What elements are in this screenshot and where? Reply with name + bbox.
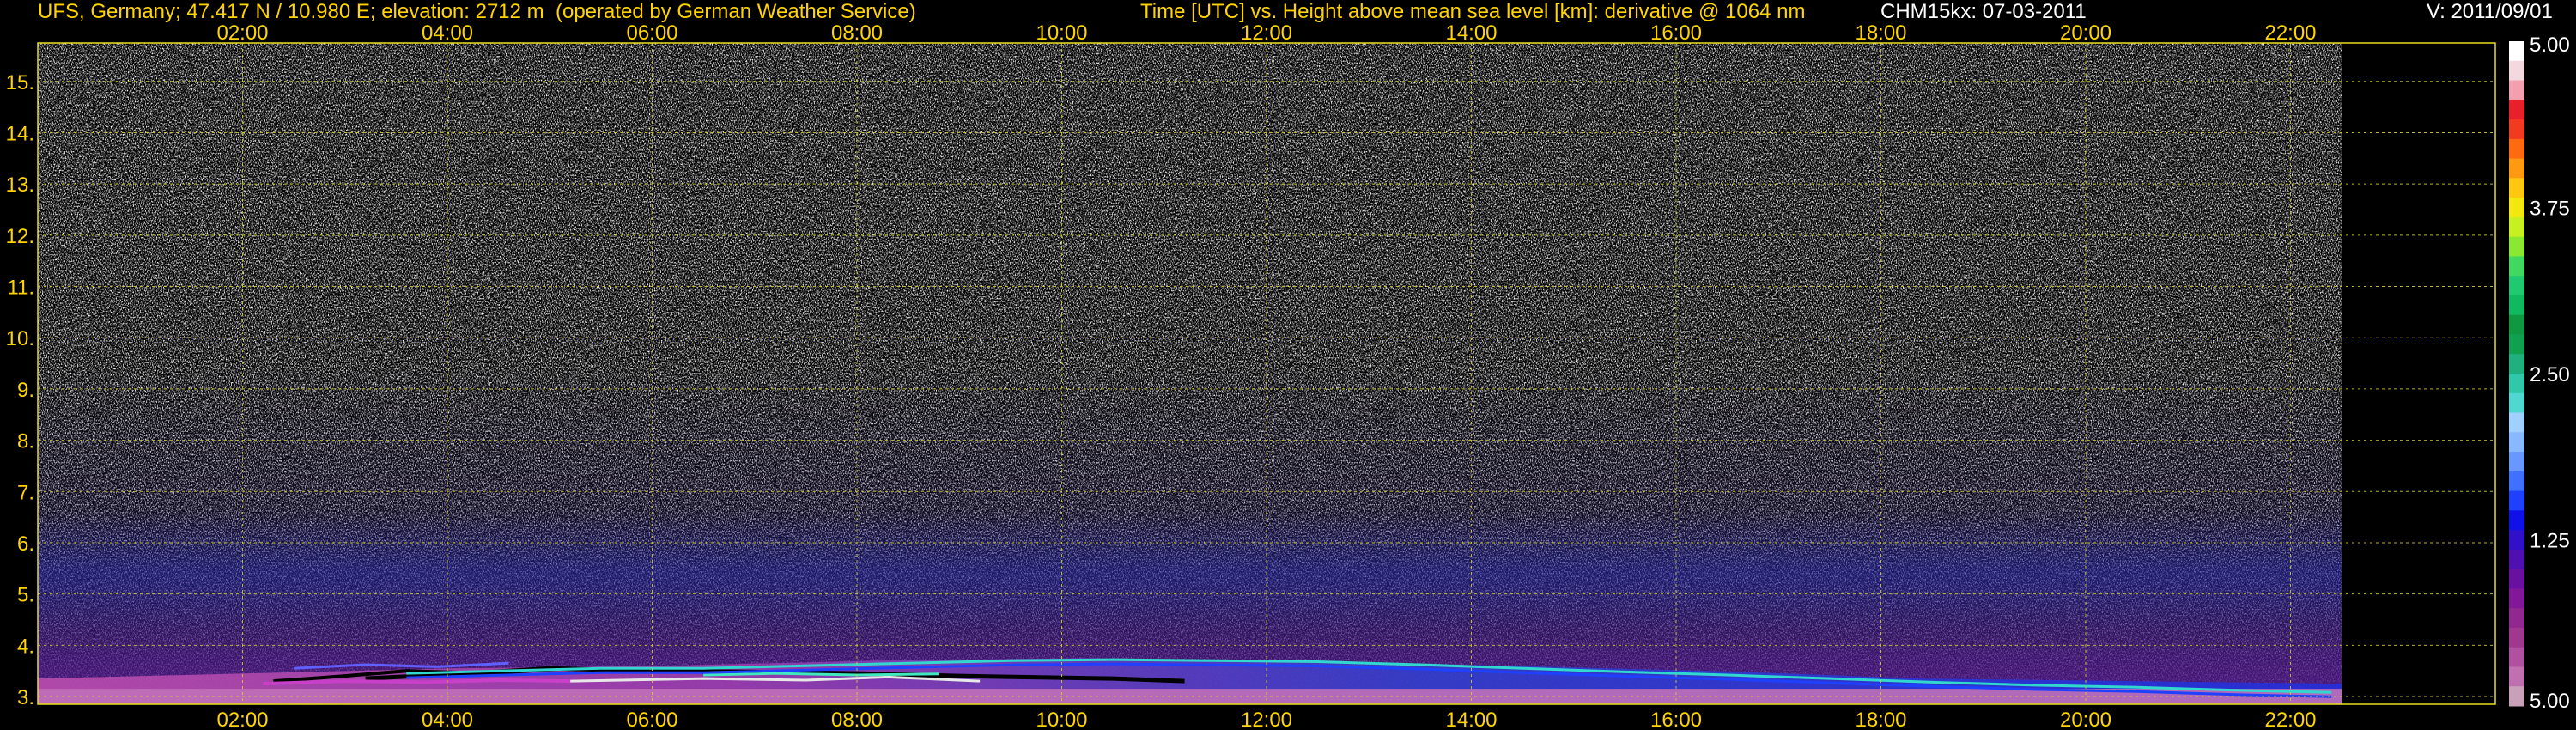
colorbar-tick-label: 5.00 xyxy=(2530,33,2570,57)
colorbar-swatch xyxy=(2509,198,2524,218)
x-tick-label-top: 06:00 xyxy=(626,21,677,45)
x-tick-label-bottom: 20:00 xyxy=(2060,709,2111,730)
colorbar-swatch xyxy=(2509,158,2524,179)
chart-title: Time [UTC] vs. Height above mean sea lev… xyxy=(1140,0,1806,23)
x-tick-label-bottom: 22:00 xyxy=(2264,709,2316,730)
x-axis-bottom: 02:00 04:00 06:00 08:00 10:00 12:00 14:00 16:00… xyxy=(216,709,2316,730)
x-tick-label-bottom: 08:00 xyxy=(831,709,883,730)
x-tick-label-top: 18:00 xyxy=(1855,21,1906,45)
colorbar-swatch xyxy=(2509,119,2524,140)
colorbar-swatch xyxy=(2509,100,2524,120)
version-label: V: 2011/09/01 xyxy=(2427,0,2553,23)
x-tick-label-bottom: 16:00 xyxy=(1650,709,1702,730)
station-info: UFS, Germany; 47.417 N / 10.980 E; eleva… xyxy=(38,0,916,23)
colorbar-swatch xyxy=(2509,178,2524,198)
y-tick-label: 6. xyxy=(17,532,34,556)
ground-strip xyxy=(38,689,2342,704)
colorbar-swatch xyxy=(2509,569,2524,589)
x-tick-label-top: 04:00 xyxy=(422,21,473,45)
x-tick-label-top: 12:00 xyxy=(1241,21,1292,45)
colorbar-swatch xyxy=(2509,686,2524,707)
colorbar-swatch xyxy=(2509,80,2524,100)
x-tick-label-bottom: 18:00 xyxy=(1855,709,1906,730)
x-tick-label-bottom: 06:00 xyxy=(626,709,677,730)
y-tick-label: 8. xyxy=(17,430,34,453)
y-tick-label: 13. xyxy=(6,173,34,197)
x-tick-label-top: 08:00 xyxy=(831,21,883,45)
colorbar-tick-label: 3.75 xyxy=(2530,198,2570,221)
x-tick-label-top: 14:00 xyxy=(1445,21,1497,45)
colorbar-swatch xyxy=(2509,256,2524,277)
colorbar-swatch xyxy=(2509,588,2524,609)
y-tick-label: 9. xyxy=(17,379,34,402)
y-tick-label: 14. xyxy=(6,122,34,145)
y-tick-label: 11. xyxy=(7,277,34,300)
blue-band xyxy=(38,512,2342,636)
x-tick-label-bottom: 02:00 xyxy=(216,709,268,730)
colorbar-swatch xyxy=(2509,666,2524,687)
colorbar-swatch xyxy=(2509,608,2524,629)
y-tick-label: 7. xyxy=(17,481,34,504)
y-tick-label: 4. xyxy=(17,635,34,658)
lidar-chart: 02:00 04:00 06:00 08:00 10:00 12:00 14:00 16:00… xyxy=(6,21,2570,730)
x-tick-label-top: 20:00 xyxy=(2060,21,2111,45)
colorbar-swatch xyxy=(2509,471,2524,492)
colorbar-swatch xyxy=(2509,647,2524,667)
colorbar-swatch xyxy=(2509,138,2524,160)
colorbar-swatch xyxy=(2509,452,2524,472)
colorbar-swatch xyxy=(2509,276,2524,296)
colorbar-swatch xyxy=(2509,236,2524,257)
colorbar-swatch xyxy=(2509,490,2524,511)
x-tick-label-bottom: 10:00 xyxy=(1036,709,1087,730)
colorbar-swatch xyxy=(2509,412,2524,433)
colorbar-swatch xyxy=(2509,41,2524,62)
y-tick-label: 3. xyxy=(17,686,34,709)
colorbar-swatch xyxy=(2509,314,2524,335)
colorbar-swatch xyxy=(2509,549,2524,570)
colorbar: 5.00 3.75 2.50 1.25 5.00 xyxy=(2509,33,2570,713)
x-tick-label-top: 10:00 xyxy=(1036,21,1087,45)
y-tick-label: 5. xyxy=(17,584,34,607)
no-data-region xyxy=(2342,43,2495,704)
y-axis: 3. 4. 5. 6. 7. 8. 9. 10. 11. 12. 13. 14. 15. xyxy=(6,71,34,709)
instrument-label: CHM15kx: 07-03-2011 xyxy=(1880,0,2087,23)
x-tick-label-top: 02:00 xyxy=(216,21,268,45)
colorbar-swatch xyxy=(2509,374,2524,394)
colorbar-swatch xyxy=(2509,334,2524,355)
colorbar-tick-label: 1.25 xyxy=(2530,530,2570,553)
x-axis-top: 02:00 04:00 06:00 08:00 10:00 12:00 14:00 16:00… xyxy=(216,21,2316,45)
x-tick-label-top: 22:00 xyxy=(2264,21,2316,45)
x-tick-label-bottom: 12:00 xyxy=(1241,709,1292,730)
colorbar-swatch xyxy=(2509,60,2524,82)
x-tick-label-bottom: 04:00 xyxy=(422,709,473,730)
y-tick-label: 12. xyxy=(6,225,34,248)
colorbar-swatch xyxy=(2509,627,2524,648)
colorbar-swatch xyxy=(2509,354,2524,374)
colorbar-tick-label: 2.50 xyxy=(2530,363,2570,386)
colorbar-swatch xyxy=(2509,295,2524,316)
colorbar-swatch xyxy=(2509,216,2524,238)
colorbar-swatch xyxy=(2509,392,2524,414)
y-tick-label: 15. xyxy=(6,71,34,94)
y-tick-label: 10. xyxy=(6,327,34,350)
colorbar-swatch xyxy=(2509,432,2524,453)
cloud-filament xyxy=(703,672,939,677)
colorbar-swatch xyxy=(2509,530,2524,551)
x-tick-label-top: 16:00 xyxy=(1650,21,1702,45)
colorbar-tick-label: 5.00 xyxy=(2530,690,2570,713)
x-tick-label-bottom: 14:00 xyxy=(1445,709,1497,730)
colorbar-swatch xyxy=(2509,510,2524,531)
